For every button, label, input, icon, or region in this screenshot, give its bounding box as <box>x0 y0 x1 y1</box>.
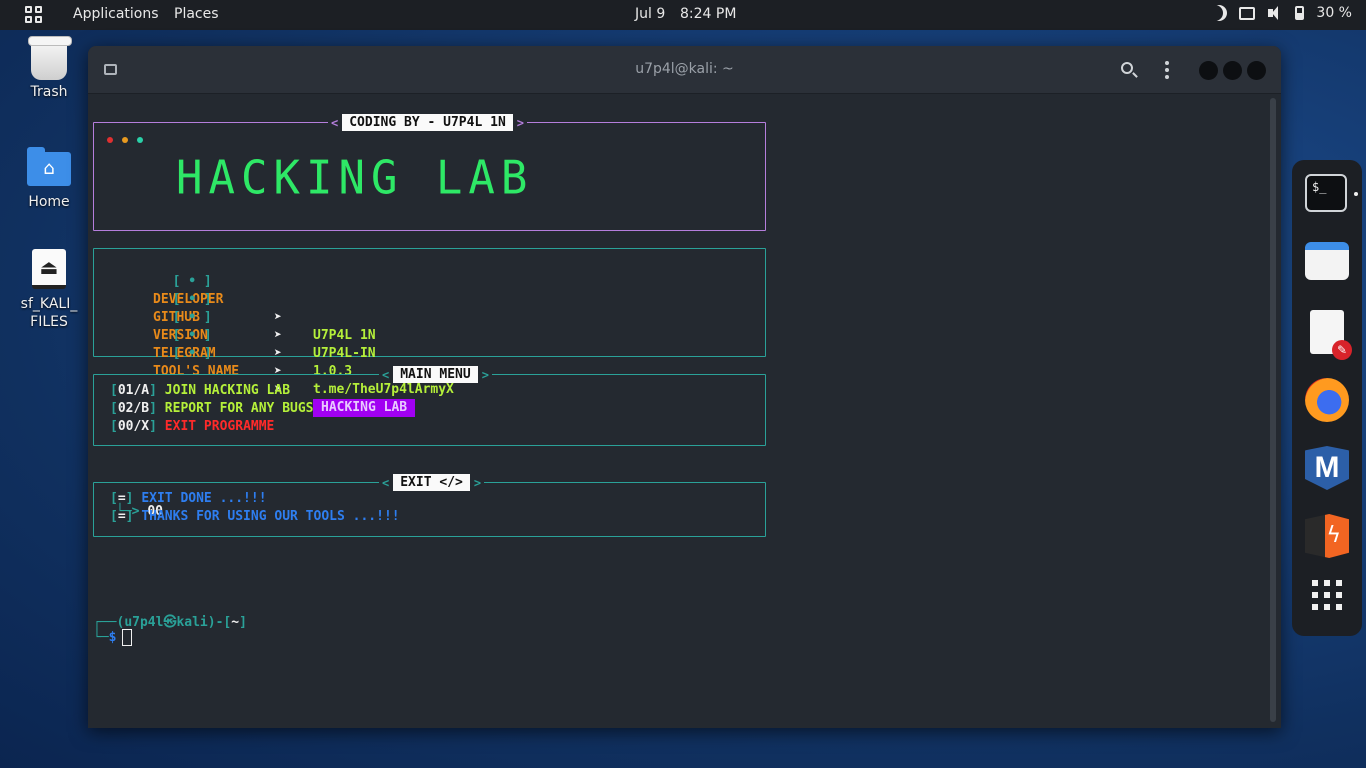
exit-line-2: [=] THANKS FOR USING OUR TOOLS ...!!! <box>110 509 400 524</box>
desktop-home-label: Home <box>28 194 70 210</box>
banner-text: HACKING LAB <box>176 151 534 206</box>
files-icon[interactable] <box>1305 242 1349 280</box>
main-menu-title: < MAIN MENU > <box>379 366 492 383</box>
metasploit-icon[interactable]: M <box>1305 446 1349 490</box>
trash-icon <box>28 36 72 80</box>
terminal-icon[interactable]: $_ <box>1305 174 1347 212</box>
dock: $_ M ϟ <box>1292 160 1362 636</box>
banner-box-title: < CODING BY - U7P4L 1N > <box>328 114 528 131</box>
menu-item-report: [02/B] REPORT FOR ANY BUGS <box>110 401 314 416</box>
system-tray: 30 % <box>1211 5 1352 21</box>
desktop-trash-label: Trash <box>30 84 68 100</box>
clock-time[interactable]: 8:24 PM <box>680 6 736 22</box>
text-editor-icon[interactable] <box>1310 310 1352 360</box>
terminal-window: u7p4l@kali: ~ < CODING BY - U7P4L 1N > H… <box>88 46 1281 728</box>
exit-line-1: [=] EXIT DONE ...!!! <box>110 491 267 506</box>
exit-box-title: < EXIT </> > <box>379 474 485 491</box>
terminal-scrollbar[interactable] <box>1270 98 1276 722</box>
window-dots <box>107 137 143 143</box>
info-row-version: [ • ] VERSION ➤ 1.0.3 <box>153 310 353 379</box>
battery-icon[interactable] <box>1295 6 1305 20</box>
activities-grid-icon[interactable] <box>25 6 42 23</box>
search-icon[interactable] <box>1121 62 1133 74</box>
text-cursor[interactable] <box>122 629 133 646</box>
desktop-drive[interactable]: ⏏ sf_KALI_ FILES <box>9 249 89 331</box>
shell-prompt-line2: └─$ <box>93 629 133 646</box>
desktop-drive-label: sf_KALI_ FILES <box>20 296 78 330</box>
teal-dot <box>137 137 143 143</box>
orange-dot <box>122 137 128 143</box>
exit-box: < EXIT </> > [=] EXIT DONE ...!!! [=] TH… <box>93 474 766 537</box>
exit-box-title-text: EXIT </> <box>393 474 470 491</box>
maximize-button[interactable] <box>1223 61 1242 80</box>
desktop-trash[interactable]: Trash <box>9 36 89 100</box>
banner-box: < CODING BY - U7P4L 1N > HACKING LAB <box>93 114 766 231</box>
prompt-user-host: u7p4l㉿kali <box>124 615 208 630</box>
desktop-home[interactable]: Home <box>9 147 89 210</box>
close-button[interactable] <box>1247 61 1266 80</box>
kebab-menu-icon[interactable] <box>1165 61 1169 79</box>
prompt-directory: ~ <box>231 615 240 630</box>
menu-item-exit: [00/X] EXIT PROGRAMME <box>110 419 275 434</box>
prompt-symbol: $ <box>108 630 117 645</box>
show-apps-icon[interactable] <box>1312 580 1342 610</box>
running-indicator-dot <box>1354 192 1358 196</box>
display-icon[interactable] <box>1239 7 1256 20</box>
window-titlebar[interactable]: u7p4l@kali: ~ <box>88 46 1281 94</box>
applications-menu[interactable]: Applications <box>73 6 159 22</box>
menu-item-join: [01/A] JOIN HACKING LAB <box>110 383 291 398</box>
places-menu[interactable]: Places <box>174 6 219 22</box>
top-panel: Applications Places Jul 9 8:24 PM 30 % <box>0 0 1366 30</box>
volume-icon[interactable] <box>1267 5 1283 21</box>
red-dot <box>107 137 113 143</box>
minimize-button[interactable] <box>1199 61 1218 80</box>
night-mode-icon[interactable] <box>1211 5 1227 21</box>
info-box: [ • ] DEVELOPER ➤ U7P4L 1N [ • ] GITHUB … <box>93 248 766 417</box>
main-menu-title-text: MAIN MENU <box>393 366 478 383</box>
shell-prompt-line1: ┌──(u7p4l㉿kali)-[~] <box>93 615 247 630</box>
home-folder-icon <box>27 147 71 186</box>
clock-date[interactable]: Jul 9 <box>635 6 665 22</box>
main-menu-box: < MAIN MENU > [01/A] JOIN HACKING LAB [0… <box>93 366 766 446</box>
info-row-toolname: [ • ] TOOL'S NAME ➤ HACKING LAB <box>110 327 416 417</box>
info-row-github: [ • ] GITHUB ➤ U7P4L-IN <box>153 292 376 361</box>
info-row-developer: [ • ] DEVELOPER ➤ U7P4L 1N <box>153 274 376 343</box>
info-row-telegram: [ • ] TELEGRAM ➤ t.me/TheU7p4lArmyX <box>153 328 454 397</box>
battery-percent: 30 % <box>1316 5 1352 21</box>
burpsuite-icon[interactable]: ϟ <box>1305 514 1349 558</box>
drive-eject-icon: ⏏ <box>32 249 66 289</box>
firefox-icon[interactable] <box>1305 378 1349 422</box>
terminal-content[interactable]: < CODING BY - U7P4L 1N > HACKING LAB [ •… <box>88 95 1268 728</box>
window-title: u7p4l@kali: ~ <box>635 61 734 77</box>
banner-box-title-text: CODING BY - U7P4L 1N <box>342 114 513 131</box>
